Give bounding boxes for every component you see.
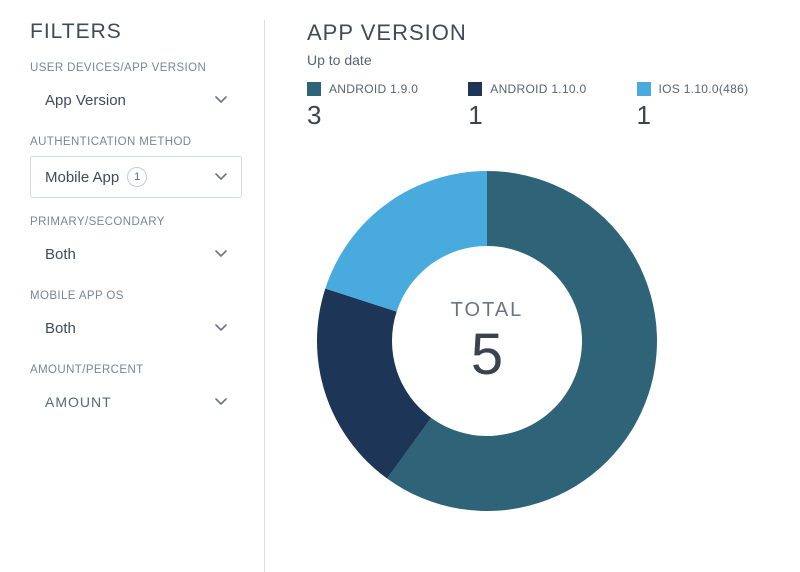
legend-value: 1	[468, 100, 586, 131]
filters-sidebar: FILTERS USER DEVICES/APP VERSION App Vers…	[30, 20, 265, 572]
legend-swatch	[468, 82, 482, 96]
chevron-down-icon	[215, 398, 227, 406]
legend-item: IOS 1.10.0(486) 1	[637, 82, 749, 131]
filter-select[interactable]: Both	[30, 310, 242, 346]
filter-label: USER DEVICES/APP VERSION	[30, 62, 242, 74]
filter-badge: 1	[127, 167, 147, 187]
legend-label: ANDROID 1.9.0	[329, 82, 418, 96]
filter-label: MOBILE APP OS	[30, 290, 242, 302]
donut-slice	[325, 171, 487, 312]
chart-subtitle: Up to date	[307, 52, 770, 68]
legend-value: 1	[637, 100, 749, 131]
filter-label: AUTHENTICATION METHOD	[30, 136, 242, 148]
filter-select[interactable]: Both	[30, 236, 242, 272]
legend-swatch	[637, 82, 651, 96]
legend-item: ANDROID 1.9.0 3	[307, 82, 418, 131]
filter-select[interactable]: AMOUNT	[30, 384, 242, 420]
filter-value: App Version	[45, 92, 126, 109]
legend-swatch	[307, 82, 321, 96]
legend-label: ANDROID 1.10.0	[490, 82, 586, 96]
filter-value: Mobile App	[45, 169, 119, 186]
filter-value: Both	[45, 246, 76, 263]
filter-value: AMOUNT	[45, 394, 112, 410]
chart-title: APP VERSION	[307, 20, 770, 46]
filters-title: FILTERS	[30, 20, 242, 44]
legend-label: IOS 1.10.0(486)	[659, 82, 749, 96]
chevron-down-icon	[215, 96, 227, 104]
filter-value: Both	[45, 320, 76, 337]
chevron-down-icon	[215, 173, 227, 181]
donut-chart: TOTAL 5	[307, 161, 667, 521]
chevron-down-icon	[215, 250, 227, 258]
chart-legend: ANDROID 1.9.03ANDROID 1.10.01IOS 1.10.0(…	[307, 82, 770, 131]
filter-label: PRIMARY/SECONDARY	[30, 216, 242, 228]
filter-label: AMOUNT/PERCENT	[30, 364, 242, 376]
legend-item: ANDROID 1.10.0 1	[468, 82, 586, 131]
chevron-down-icon	[215, 324, 227, 332]
filter-select[interactable]: Mobile App 1	[30, 156, 242, 198]
chart-panel: APP VERSION Up to date ANDROID 1.9.03AND…	[265, 20, 770, 572]
filter-select[interactable]: App Version	[30, 82, 242, 118]
legend-value: 3	[307, 100, 418, 131]
